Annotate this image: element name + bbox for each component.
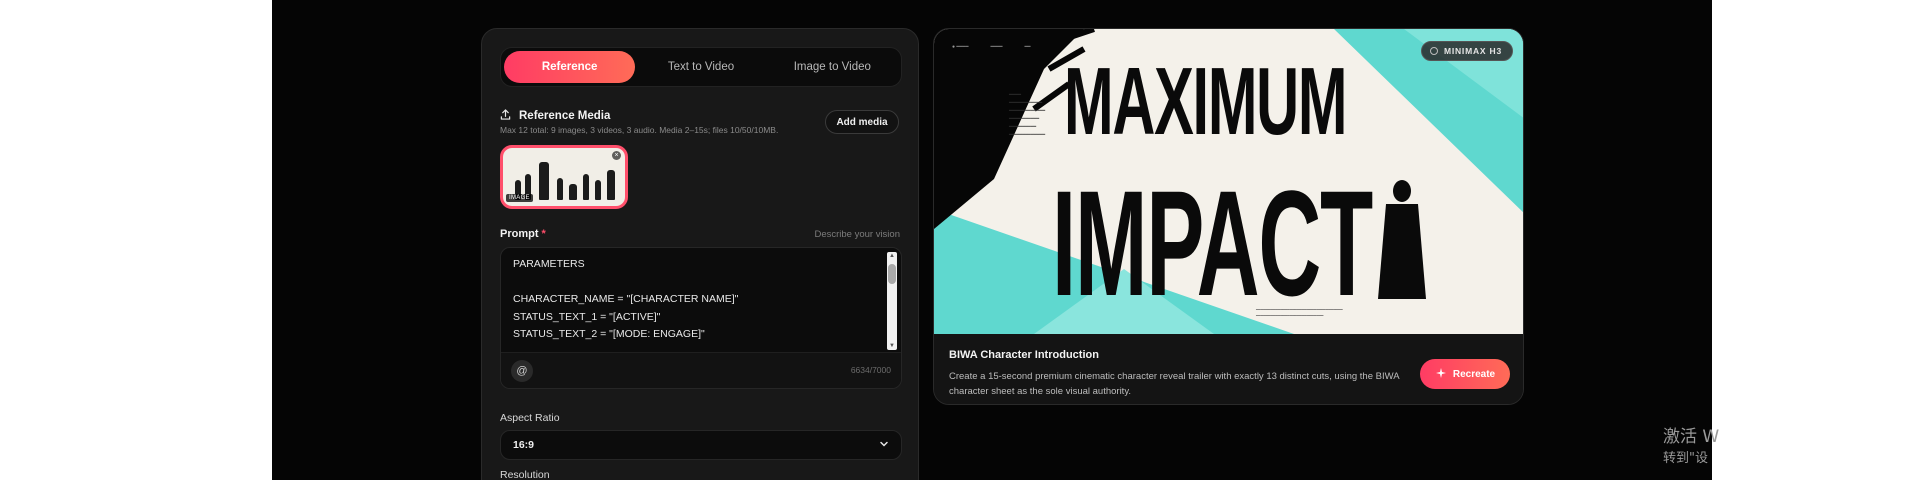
required-mark: * [541, 228, 546, 240]
activation-watermark-line1: 激活 W [1663, 427, 1720, 447]
aspect-ratio-value: 16:9 [513, 439, 535, 451]
tab-text-to-video[interactable]: Text to Video [635, 51, 766, 83]
prompt-scrollbar[interactable]: ▲ ▼ [887, 252, 897, 350]
thumbnail-figure [595, 180, 601, 200]
thumbnail-figure [607, 170, 615, 200]
scroll-thumb[interactable] [888, 264, 896, 284]
mention-button[interactable]: @ [511, 360, 533, 382]
add-media-button[interactable]: Add media [825, 110, 899, 134]
model-badge: MINIMAX H3 [1420, 41, 1513, 61]
hero-headline-line1: MAXIMUM [1064, 48, 1348, 155]
app-window: Reference Text to Video Image to Video R… [272, 0, 1712, 480]
hero-footnote-lines: ━━━━━━━━━━━━━━━━━━━━━━━━━━━━━━━━━━━━ ━━━━… [1256, 307, 1343, 318]
prompt-text[interactable]: PARAMETERS CHARACTER_NAME = "[CHARACTER … [513, 256, 885, 344]
reference-title: Reference Media [519, 110, 611, 122]
reference-subtitle: Max 12 total: 9 images, 3 videos, 3 audi… [500, 125, 779, 135]
prompt-label-text: Prompt [500, 228, 539, 240]
preview-card[interactable]: ● ━━━━ ━━━━ ━━ ━━━━ ━━━━━━━━━━━ ━━━━━━━━━━… [933, 28, 1524, 405]
upload-icon [500, 107, 511, 125]
activation-watermark-line2: 转到"设 [1663, 451, 1708, 466]
reference-header: Reference Media [500, 107, 610, 125]
reference-thumbnail[interactable]: IMAGE × [500, 145, 628, 209]
thumbnail-figure [583, 174, 589, 200]
tab-image-to-video[interactable]: Image to Video [767, 51, 898, 83]
prompt-textarea[interactable]: PARAMETERS CHARACTER_NAME = "[CHARACTER … [500, 247, 902, 389]
generation-form-panel: Reference Text to Video Image to Video R… [481, 28, 919, 480]
scroll-down-arrow-icon[interactable]: ▼ [889, 343, 895, 349]
hero-mini-nav: ● ━━━━ ━━━━ ━━ [952, 44, 1031, 50]
chevron-down-icon [879, 436, 889, 454]
resolution-label: Resolution [500, 469, 550, 480]
recreate-button[interactable]: Recreate [1420, 359, 1510, 389]
thumbnail-figure [539, 162, 549, 200]
preview-title: BIWA Character Introduction [949, 349, 1099, 361]
preview-description: Create a 15-second premium cinematic cha… [949, 371, 1400, 397]
thumbnail-figure [569, 184, 577, 200]
prompt-hint: Describe your vision [814, 229, 900, 240]
thumbnail-figure [557, 178, 563, 200]
prompt-label: Prompt * [500, 228, 546, 240]
mode-tabs: Reference Text to Video Image to Video [500, 47, 902, 87]
model-logo-icon [1429, 47, 1438, 55]
hero-mini-text: ━━━━ ━━━━━━━━━━━ ━━━━━━━━━━━━ ━━━━━━━━━━… [1009, 92, 1046, 138]
remove-thumbnail-icon[interactable]: × [612, 151, 621, 160]
aspect-ratio-label: Aspect Ratio [500, 412, 560, 424]
preview-info: BIWA Character Introduction Create a 15-… [934, 334, 1523, 404]
tab-reference[interactable]: Reference [504, 51, 636, 83]
preview-image: ● ━━━━ ━━━━ ━━ ━━━━ ━━━━━━━━━━━ ━━━━━━━━━━… [934, 29, 1523, 334]
recreate-label: Recreate [1452, 368, 1496, 380]
hero-headline-line2: IMPACT [1052, 159, 1373, 327]
model-badge-label: MINIMAX H3 [1443, 46, 1502, 56]
image-badge: IMAGE [506, 194, 533, 202]
scroll-up-arrow-icon[interactable]: ▲ [889, 253, 895, 259]
prompt-footer: @ 6634/7000 [501, 352, 901, 388]
sparkle-icon [1435, 367, 1447, 382]
character-count: 6634/7000 [850, 365, 891, 375]
aspect-ratio-select[interactable]: 16:9 [500, 430, 902, 460]
